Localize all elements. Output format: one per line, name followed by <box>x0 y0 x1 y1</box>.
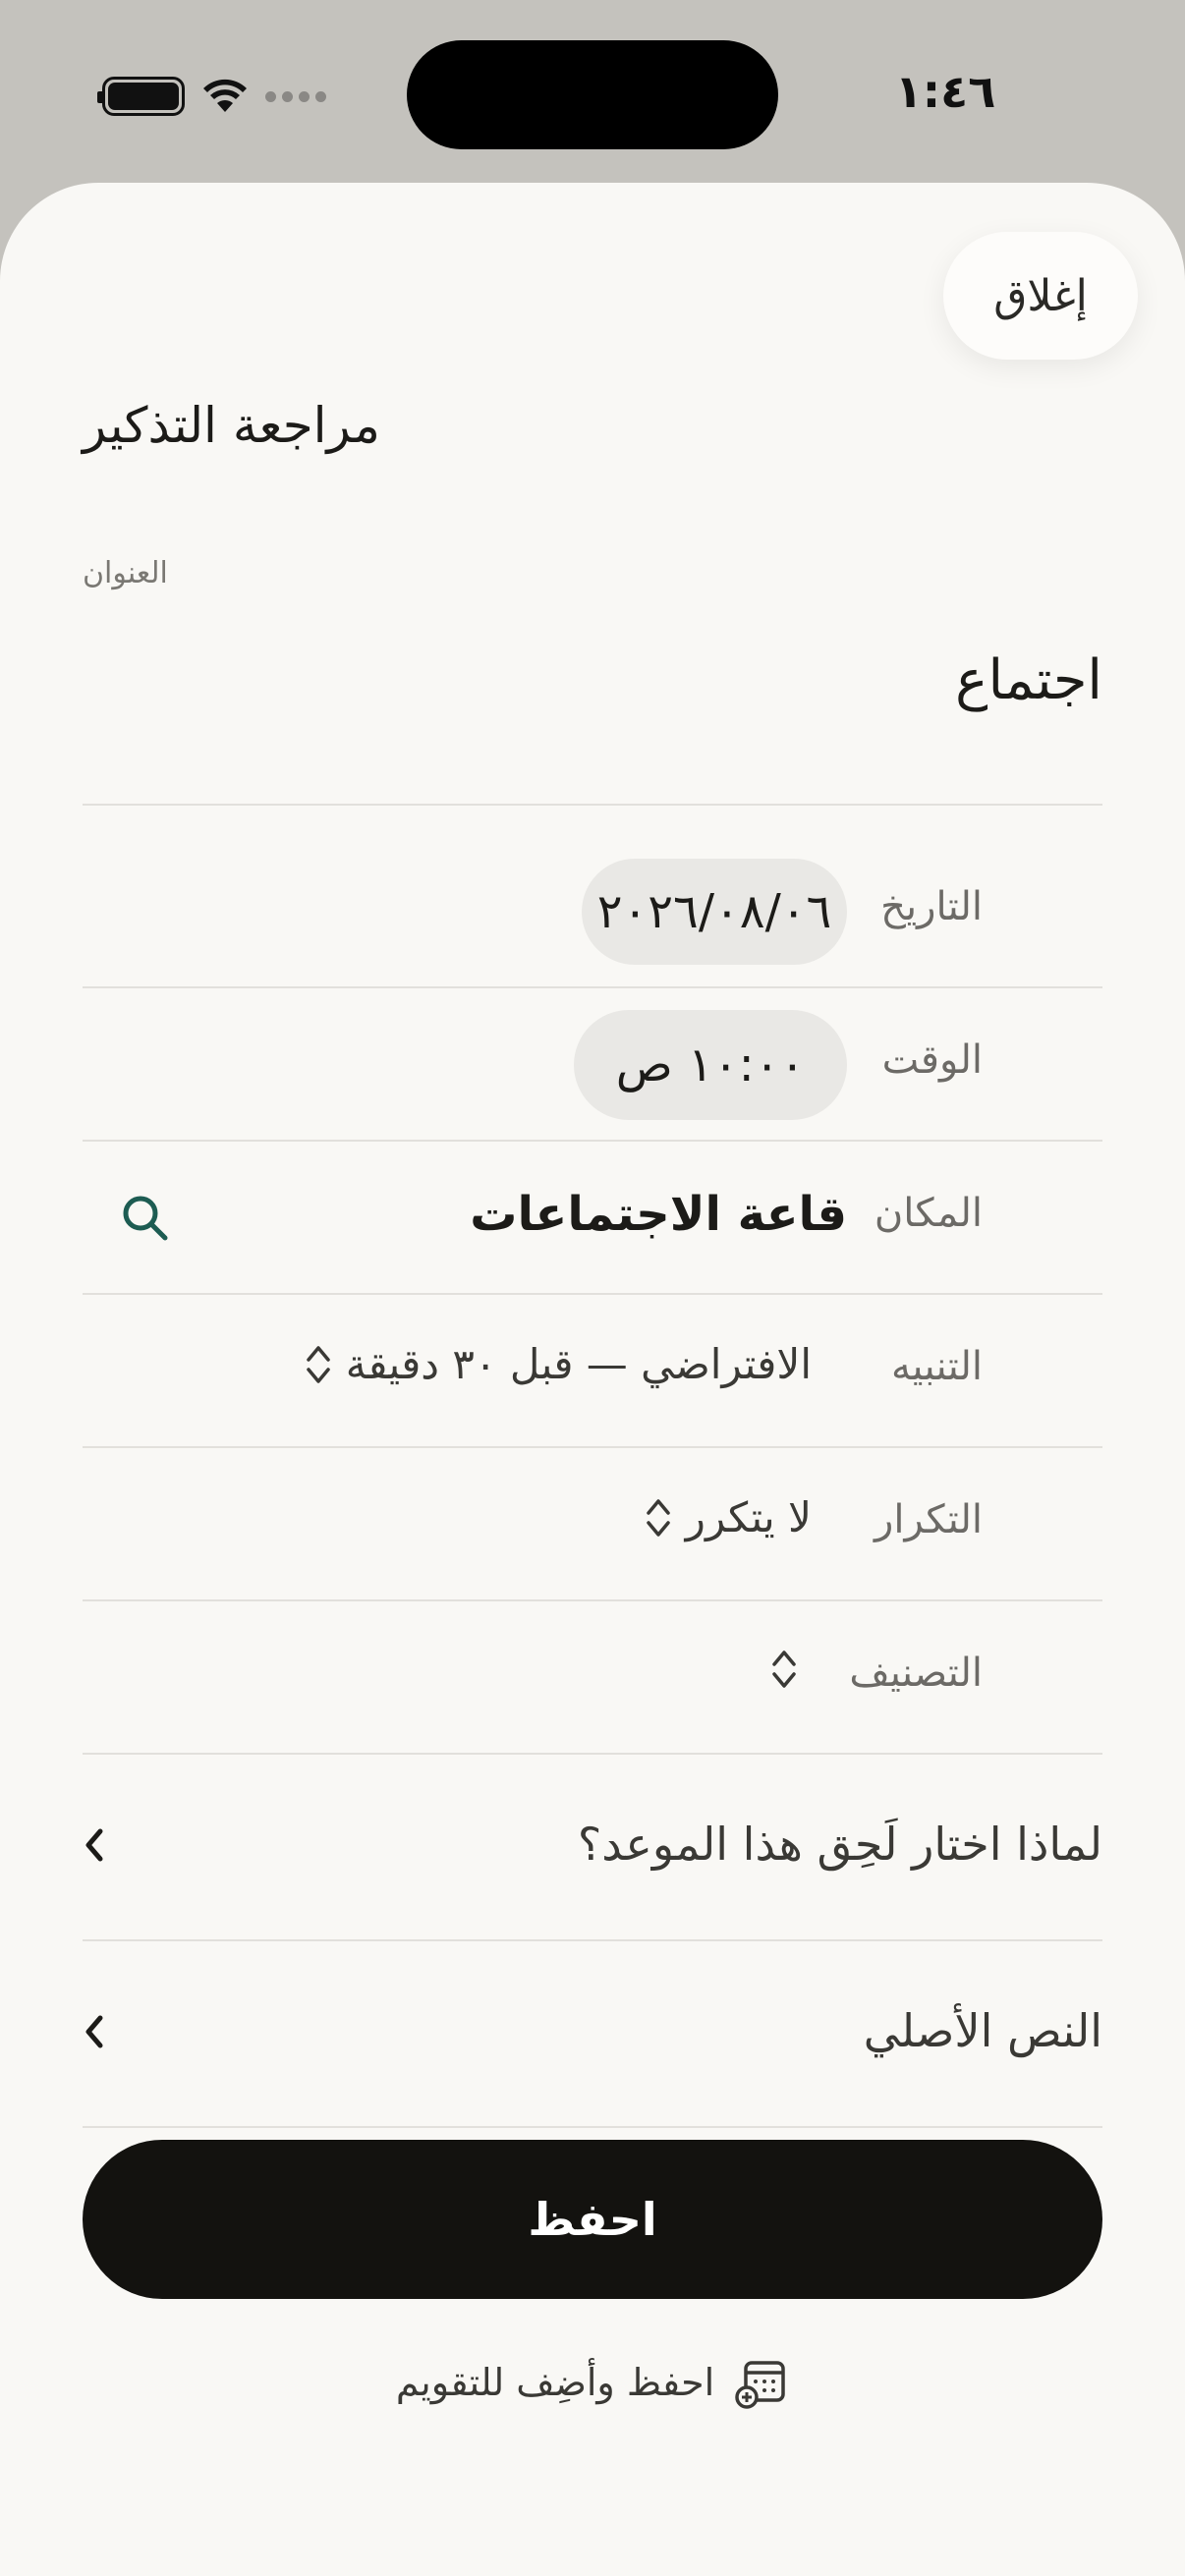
divider <box>83 1140 1102 1142</box>
category-label: التصنيف <box>849 1651 983 1696</box>
divider <box>83 2126 1102 2128</box>
divider <box>83 1446 1102 1448</box>
review-sheet: إغلاق مراجعة التذكير العنوان اجتماع التا… <box>0 183 1185 2576</box>
chevron-up-down-icon <box>307 1345 330 1383</box>
divider <box>83 1293 1102 1295</box>
chevron-left-icon[interactable] <box>79 1823 110 1867</box>
status-time: ١:٤٦ <box>894 65 996 118</box>
save-and-add-label: احفظ وأضِف للتقويم <box>395 2361 715 2404</box>
title-field-caption: العنوان <box>83 556 168 590</box>
close-button[interactable]: إغلاق <box>943 232 1138 360</box>
alert-select[interactable]: الافتراضي — قبل ٣٠ دقيقة <box>305 1340 812 1388</box>
divider <box>83 804 1102 806</box>
repeat-value: لا يتكرر <box>685 1493 812 1541</box>
save-and-add-to-calendar-link[interactable]: احفظ وأضِف للتقويم <box>0 2348 1185 2417</box>
chevron-left-icon[interactable] <box>79 2010 110 2053</box>
place-value[interactable]: قاعة الاجتماعات <box>257 1187 847 1242</box>
date-picker-pill[interactable]: ٢٠٢٦/٠٨/٠٦ <box>582 859 847 965</box>
wifi-icon <box>203 79 247 112</box>
status-icons <box>97 69 326 124</box>
cellular-signal-icon <box>265 90 326 102</box>
original-text-expandable[interactable]: النص الأصلي <box>218 2004 1102 2057</box>
status-bar: ١:٤٦ <box>0 0 1185 187</box>
calendar-add-icon <box>735 2361 785 2409</box>
dynamic-island <box>407 40 778 149</box>
search-icon[interactable] <box>118 1191 173 1246</box>
sheet-title: مراجعة التذكير <box>83 397 380 454</box>
divider <box>83 1939 1102 1941</box>
save-button[interactable]: احفظ <box>83 2140 1102 2299</box>
chevron-up-down-icon <box>772 1651 796 1688</box>
chevron-up-down-icon <box>646 1498 670 1537</box>
time-picker-pill[interactable]: ١٠:٠٠ ص <box>574 1010 847 1120</box>
divider <box>83 1599 1102 1601</box>
category-select[interactable] <box>770 1647 812 1692</box>
why-chosen-expandable[interactable]: لماذا اختار لَحِق هذا الموعد؟ <box>218 1818 1102 1871</box>
repeat-label: التكرار <box>875 1497 983 1542</box>
title-input[interactable]: اجتماع <box>218 648 1102 712</box>
alert-value: الافتراضي — قبل ٣٠ دقيقة <box>345 1340 812 1388</box>
repeat-select[interactable]: لا يتكرر <box>645 1493 812 1541</box>
battery-icon <box>97 77 185 116</box>
divider <box>83 986 1102 988</box>
divider <box>83 1753 1102 1755</box>
alert-label: التنبيه <box>890 1344 983 1389</box>
